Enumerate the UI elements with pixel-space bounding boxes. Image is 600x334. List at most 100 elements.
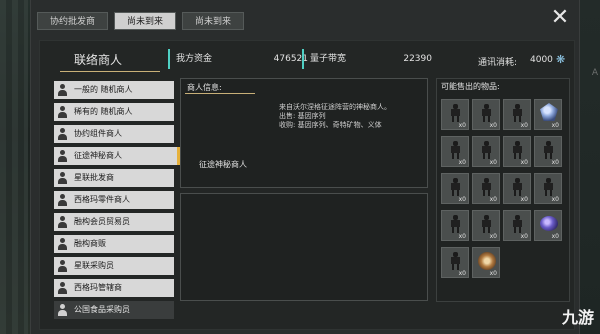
merchant-list-item[interactable]: 协约组件商人 — [54, 125, 174, 143]
bandwidth-value: 22390 — [403, 54, 432, 64]
desc-line-1: 来自沃尔涅格征途阵营的神秘商人。 — [279, 103, 391, 111]
background-left-structure — [0, 0, 28, 334]
bandwidth-bar-marker — [302, 49, 304, 69]
goods-slot[interactable]: x0 — [441, 247, 469, 278]
goods-quantity: x0 — [520, 196, 528, 203]
top-tabs: 协约批发商 尚未到来 尚未到来 — [31, 12, 245, 32]
person-icon — [57, 259, 68, 273]
bandwidth-stat: 量子带宽 22390 — [310, 49, 432, 69]
armor-icon — [450, 215, 461, 233]
armor-icon — [543, 178, 554, 196]
goods-slot[interactable]: x0 — [472, 173, 500, 204]
goods-quantity: x0 — [458, 270, 466, 277]
person-icon — [57, 237, 68, 251]
tab-1[interactable]: 尚未到来 — [114, 12, 177, 30]
goods-slot[interactable]: x0 — [534, 99, 562, 130]
goods-quantity: x0 — [489, 270, 497, 277]
merchant-label: 融构商贩 — [74, 239, 106, 248]
bandwidth-label: 量子带宽 — [310, 54, 347, 64]
armor-icon — [450, 141, 461, 159]
comm-cost-value: 4000 — [530, 55, 553, 65]
merchant-list-item[interactable]: 融构商贩 — [54, 235, 174, 253]
goods-quantity: x0 — [520, 159, 528, 166]
armor-icon — [481, 141, 492, 159]
merchant-label: 西格玛零件商人 — [74, 195, 130, 204]
goods-quantity: x0 — [458, 122, 466, 129]
desc-line-2: 出售: 基因序列 — [279, 112, 326, 120]
merchant-description: 来自沃尔涅格征途阵营的神秘商人。 出售: 基因序列 收购: 基因序列、奇特矿物、… — [279, 103, 391, 130]
goods-slot[interactable]: x0 — [472, 210, 500, 241]
person-icon — [57, 281, 68, 295]
goods-slot[interactable]: x0 — [534, 173, 562, 204]
armor-icon — [512, 178, 523, 196]
person-icon — [57, 83, 68, 97]
goods-slot[interactable]: x0 — [472, 136, 500, 167]
goods-quantity: x0 — [458, 196, 466, 203]
armor-icon — [450, 252, 461, 270]
armor-icon — [512, 104, 523, 122]
merchant-list-item[interactable]: 星联采购员 — [54, 257, 174, 275]
goods-slot[interactable]: x0 — [534, 136, 562, 167]
merchant-name: 征途神秘商人 — [199, 160, 247, 169]
person-icon — [57, 149, 68, 163]
tab-2[interactable]: 尚未到来 — [182, 12, 245, 30]
goods-quantity: x0 — [551, 159, 559, 166]
main-panel: 联络商人 我方资金 476521 量子带宽 22390 通讯消耗: 4000 ❋… — [39, 40, 575, 330]
merchant-list-item[interactable]: 西格玛零件商人 — [54, 191, 174, 209]
goods-quantity: x0 — [489, 159, 497, 166]
close-icon[interactable]: ✕ — [549, 7, 571, 30]
possible-goods-panel: 可能售出的物品: x0 x0 x0 x0 x0 x0 x0 x0 x0 x0 x0 x0 x0 x0 x0 x… — [436, 78, 570, 302]
merchant-list-item[interactable]: 星联批发商 — [54, 169, 174, 187]
goods-quantity: x0 — [489, 233, 497, 240]
funds-label: 我方资金 — [176, 54, 213, 64]
goods-title: 可能售出的物品: — [441, 82, 500, 91]
merchant-label: 星联批发商 — [74, 173, 114, 182]
funds-stat: 我方资金 476521 — [176, 49, 308, 69]
person-icon — [57, 193, 68, 207]
tab-0[interactable]: 协约批发商 — [37, 12, 109, 30]
goods-slot[interactable]: x0 — [441, 210, 469, 241]
artifact-icon — [478, 252, 496, 270]
goods-slot[interactable]: x0 — [441, 173, 469, 204]
armor-icon — [512, 215, 523, 233]
goods-quantity: x0 — [520, 233, 528, 240]
goods-slot[interactable]: x0 — [503, 173, 531, 204]
person-icon — [57, 171, 68, 185]
armor-icon — [512, 141, 523, 159]
merchant-list-item[interactable]: 融构会员贸易员 — [54, 213, 174, 231]
armor-icon — [481, 215, 492, 233]
watermark-logo: 九游 — [561, 308, 594, 327]
goods-slot[interactable]: x0 — [472, 99, 500, 130]
merchant-list-item[interactable]: 一般的 随机商人 — [54, 81, 174, 99]
goods-slot[interactable]: x0 — [441, 136, 469, 167]
goods-slot[interactable]: x0 — [503, 136, 531, 167]
merchant-list-item[interactable]: 稀有的 随机商人 — [54, 103, 174, 121]
goods-slot[interactable]: x0 — [503, 210, 531, 241]
merchant-label: 融构会员贸易员 — [74, 217, 130, 226]
goods-quantity: x0 — [458, 159, 466, 166]
ore-icon — [540, 216, 558, 231]
person-icon — [57, 303, 68, 317]
background-edge-text: A — [591, 68, 598, 78]
merchant-label: 协约组件商人 — [74, 129, 122, 138]
goods-quantity: x0 — [551, 196, 559, 203]
goods-quantity: x0 — [520, 122, 528, 129]
merchant-label: 稀有的 随机商人 — [74, 107, 133, 116]
armor-icon — [481, 178, 492, 196]
merchant-list-item[interactable]: 公国食品采购员 — [54, 301, 174, 319]
merchant-list-item[interactable]: 征途神秘商人 — [54, 147, 180, 165]
goods-slot[interactable]: x0 — [503, 99, 531, 130]
goods-slot[interactable]: x0 — [534, 210, 562, 241]
goods-quantity: x0 — [489, 196, 497, 203]
goods-slot[interactable]: x0 — [472, 247, 500, 278]
merchant-info-title: 商人信息: — [187, 83, 222, 92]
merchant-list-item[interactable]: 西格玛管辖商 — [54, 279, 174, 297]
title-underline — [60, 71, 160, 72]
funds-bar-marker — [168, 49, 170, 69]
contact-merchants-title: 联络商人 — [74, 53, 123, 67]
merchant-list: 一般的 随机商人稀有的 随机商人 协约组件商人征途神秘商人星联批发商西格玛零件商人… — [54, 81, 180, 323]
merchant-detail-box — [180, 193, 428, 301]
goods-quantity: x0 — [551, 233, 559, 240]
bandwidth-icon: ❋ — [556, 53, 566, 66]
goods-slot[interactable]: x0 — [441, 99, 469, 130]
